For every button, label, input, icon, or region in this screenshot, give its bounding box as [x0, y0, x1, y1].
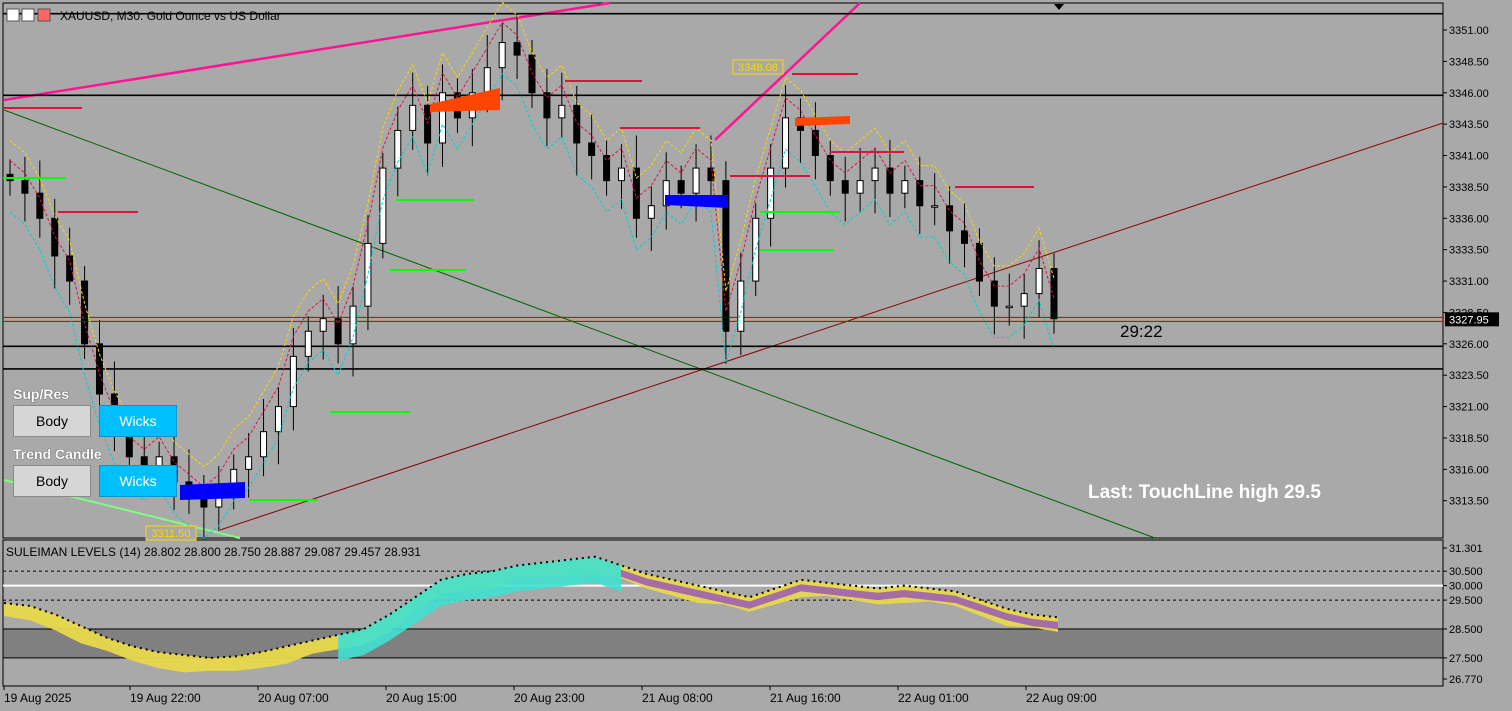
trend-candle-body-button[interactable]: Body: [13, 465, 91, 497]
y-tick-label: 3323.50: [1449, 370, 1489, 382]
candle-body: [304, 330, 312, 357]
candle-body: [826, 155, 834, 182]
candle-body: [1020, 293, 1028, 307]
indicator-y-tick-label: 30.000: [1449, 581, 1483, 593]
candle-body: [931, 205, 939, 208]
candle-body: [647, 205, 655, 219]
x-tick-label: 19 Aug 2025: [4, 691, 72, 705]
x-tick-label: 22 Aug 01:00: [898, 691, 969, 705]
y-tick-label: 3313.50: [1449, 496, 1489, 508]
indicator-y-tick-label: 27.500: [1449, 653, 1483, 665]
chart-window-icon-2: [21, 8, 35, 22]
x-tick-label: 22 Aug 09:00: [1026, 691, 1097, 705]
y-tick-label: 3348.50: [1449, 56, 1489, 68]
y-tick-label: 3321.00: [1449, 402, 1489, 414]
candle-body: [409, 104, 417, 131]
candle-body: [588, 142, 596, 157]
candle-body: [886, 167, 894, 194]
candle-body: [379, 167, 387, 244]
indicator-title: SULEIMAN LEVELS (14) 28.802 28.800 28.75…: [6, 545, 421, 559]
y-tick-label: 3331.00: [1449, 276, 1489, 288]
price-annotation-label: 3311.50: [152, 528, 191, 540]
x-tick-label: 21 Aug 08:00: [642, 691, 713, 705]
candle-body: [617, 167, 625, 182]
candle-body: [856, 180, 864, 194]
chart-title: XAUUSD, M30: Gold Ounce vs US Dollar: [60, 9, 281, 23]
candle-body: [692, 167, 700, 194]
y-tick-label: 3341.00: [1449, 151, 1489, 163]
candle-body: [632, 167, 640, 219]
candle-body: [782, 117, 790, 169]
indicator-band: [2, 628, 1444, 659]
candle-body: [245, 456, 253, 470]
candle-body: [946, 205, 954, 232]
chart-window: 3348.08 3311.50 3351.00 3348.50 3346.00 3343.…: [0, 0, 1512, 711]
candle-body: [513, 42, 521, 56]
chart-canvas[interactable]: 3348.08 3311.50 3351.00 3348.50 3346.00 3343.…: [0, 0, 1512, 711]
candle-body: [1050, 268, 1058, 320]
x-tick-label: 20 Aug 07:00: [258, 691, 329, 705]
candle-body: [961, 230, 969, 244]
candle-body: [274, 406, 282, 433]
candle-body: [1035, 268, 1043, 295]
candle-body: [841, 180, 849, 194]
candle-body: [916, 180, 924, 207]
trend-candle-wicks-button[interactable]: Wicks: [99, 465, 177, 497]
indicator-y-tick-label: 30.500: [1449, 566, 1483, 578]
y-tick-label: 3346.00: [1449, 88, 1489, 100]
trend-candle-label: Trend Candle: [13, 446, 102, 462]
sup-res-wicks-button[interactable]: Wicks: [99, 405, 177, 437]
sup-res-label: Sup/Res: [13, 386, 70, 402]
indicator-y-tick-label: 31.301: [1449, 543, 1483, 555]
candle-body: [558, 104, 566, 119]
x-tick-label: 21 Aug 16:00: [770, 691, 841, 705]
sup-res-body-button[interactable]: Body: [13, 405, 91, 437]
candle-body: [677, 180, 685, 194]
y-tick-label: 3336.00: [1449, 213, 1489, 225]
x-tick-label: 19 Aug 22:00: [130, 691, 201, 705]
candle-body: [737, 280, 745, 332]
chart-window-icon-3: [37, 8, 51, 22]
indicator-y-tick-label: 28.500: [1449, 624, 1483, 636]
y-tick-label: 3318.50: [1449, 433, 1489, 445]
price-annotation-label: 3348.08: [738, 62, 778, 74]
y-tick-label: 3351.00: [1449, 25, 1489, 37]
candle-body: [364, 242, 372, 307]
current-price-label: 3327.95: [1449, 314, 1489, 326]
candle-body: [349, 305, 357, 345]
chart-window-icon: [6, 8, 20, 22]
trend-ribbon-blue-2: [180, 482, 245, 500]
candle-body: [21, 180, 29, 194]
candle-body: [81, 280, 89, 345]
candle-body: [528, 54, 536, 94]
candle-body: [95, 343, 103, 395]
y-tick-label: 3316.00: [1449, 464, 1489, 476]
candle-body: [901, 180, 909, 194]
y-tick-label: 3326.00: [1449, 339, 1489, 351]
candle-body: [260, 431, 268, 458]
candle-body: [498, 42, 506, 69]
candle-body: [871, 167, 879, 182]
candle-body: [1005, 305, 1013, 309]
x-tick-label: 20 Aug 23:00: [514, 691, 585, 705]
x-tick-label: 20 Aug 15:00: [386, 691, 457, 705]
indicator-y-tick-label: 26.770: [1449, 674, 1483, 686]
candle-body: [990, 280, 998, 307]
bar-timer: 29:22: [1120, 322, 1163, 341]
candle-body: [319, 318, 327, 332]
candle-body: [483, 67, 491, 94]
candle-body: [811, 129, 819, 157]
candle-body: [36, 192, 44, 219]
indicator-y-tick-label: 29.500: [1449, 595, 1483, 607]
y-tick-label: 3338.50: [1449, 182, 1489, 194]
candle-body: [975, 242, 983, 282]
candle-body: [289, 355, 297, 408]
y-tick-label: 3333.50: [1449, 245, 1489, 257]
candle-body: [439, 92, 447, 144]
status-text: Last: TouchLine high 29.5: [1088, 482, 1321, 503]
y-tick-label: 3343.50: [1449, 119, 1489, 131]
candle-body: [51, 217, 59, 257]
